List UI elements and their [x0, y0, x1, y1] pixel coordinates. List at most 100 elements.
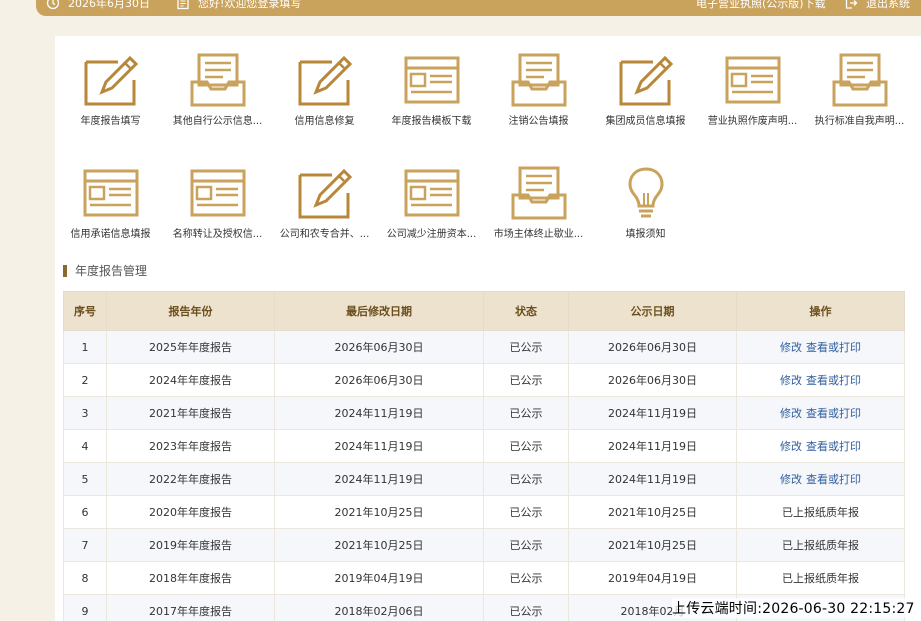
top-bar: 2026年6月30日 您好!欢迎您登录填写 电子营业执照(公示版)下载 退出系统: [36, 0, 921, 16]
function-tile-label: 年度报告填写: [80, 116, 141, 127]
inbox-icon: [485, 165, 592, 221]
edit-link[interactable]: 修改: [780, 407, 802, 420]
date-display: 2026年6月30日: [46, 0, 150, 11]
cell-status: 已公示: [483, 594, 569, 621]
function-tile[interactable]: 公司减少注册资本...: [378, 165, 485, 261]
cell-actions: 已上报纸质年报: [736, 495, 905, 529]
section-header: 年度报告管理: [63, 262, 147, 279]
cell-published: 2021年10月25日: [568, 528, 737, 562]
function-tile[interactable]: 市场主体终止歇业...: [485, 165, 592, 261]
logout-label: 退出系统: [866, 0, 910, 10]
cell-no: 8: [63, 561, 107, 595]
cell-modified: 2024年11月19日: [274, 396, 484, 430]
cell-modified: 2024年11月19日: [274, 462, 484, 496]
table-row: 5 2022年年度报告 2024年11月19日 已公示 2024年11月19日 修改 查看或…: [63, 462, 905, 496]
function-tile-label: 执行标准自我声明...: [814, 116, 905, 127]
col-header-status: 状态: [483, 291, 569, 331]
cell-no: 5: [63, 462, 107, 496]
cell-modified: 2018年02月06日: [274, 594, 484, 621]
cell-status: 已公示: [483, 495, 569, 529]
view-print-link[interactable]: 查看或打印: [806, 440, 861, 453]
annual-report-table: 序号 报告年份 最后修改日期 状态 公示日期 操作 1 2025年年度报告 2026…: [63, 291, 905, 621]
welcome-message: 您好!欢迎您登录填写: [176, 0, 301, 11]
cell-status: 已公示: [483, 429, 569, 463]
function-tile-label: 填报须知: [625, 229, 666, 240]
license-download-link[interactable]: 电子营业执照(公示版)下载: [696, 0, 826, 11]
function-tile[interactable]: 年度报告填写: [57, 52, 164, 148]
cell-modified: 2026年06月30日: [274, 363, 484, 397]
function-tile[interactable]: 执行标准自我声明...: [806, 52, 913, 148]
pencil-icon: [271, 52, 378, 108]
main-panel: 年度报告填写 其他自行公示信息... 信用信息修复 年度报告模板下载 注销公告填报 集团成…: [55, 36, 921, 621]
pencil-icon: [592, 52, 699, 108]
form-icon: [164, 165, 271, 221]
view-print-link[interactable]: 查看或打印: [806, 341, 861, 354]
function-tile[interactable]: 公司和农专合并、...: [271, 165, 378, 261]
cell-actions: 已上报纸质年报: [736, 561, 905, 595]
cell-status: 已公示: [483, 528, 569, 562]
function-tile[interactable]: 信用信息修复: [271, 52, 378, 148]
function-tile-label: 集团成员信息填报: [605, 116, 686, 127]
cell-modified: 2019年04月19日: [274, 561, 484, 595]
cell-actions: 修改 查看或打印: [736, 330, 905, 364]
cell-no: 9: [63, 594, 107, 621]
function-tile[interactable]: 注销公告填报: [485, 52, 592, 148]
cell-published: 2024年11月19日: [568, 462, 737, 496]
section-marker: [63, 264, 67, 277]
inbox-icon: [164, 52, 271, 108]
cell-actions: 修改 查看或打印: [736, 462, 905, 496]
table-row: 1 2025年年度报告 2026年06月30日 已公示 2026年06月30日 修改 查看或…: [63, 330, 905, 364]
edit-link[interactable]: 修改: [780, 341, 802, 354]
function-tile[interactable]: 信用承诺信息填报: [57, 165, 164, 261]
function-tile-label: 信用承诺信息填报: [70, 229, 151, 240]
col-header-no: 序号: [63, 291, 107, 331]
cell-actions: 修改 查看或打印: [736, 363, 905, 397]
edit-link[interactable]: 修改: [780, 473, 802, 486]
cell-no: 3: [63, 396, 107, 430]
view-print-link[interactable]: 查看或打印: [806, 374, 861, 387]
cell-year: 2018年年度报告: [106, 561, 275, 595]
function-tile-label: 其他自行公示信息...: [172, 116, 263, 127]
inbox-icon: [806, 52, 913, 108]
table-header-row: 序号 报告年份 最后修改日期 状态 公示日期 操作: [63, 291, 905, 331]
view-print-link[interactable]: 查看或打印: [806, 473, 861, 486]
view-print-link[interactable]: 查看或打印: [806, 407, 861, 420]
paper-report-note: 已上报纸质年报: [782, 506, 859, 519]
date-text: 2026年6月30日: [68, 0, 150, 10]
cell-status: 已公示: [483, 561, 569, 595]
logout-button[interactable]: 退出系统: [844, 0, 910, 11]
cell-status: 已公示: [483, 396, 569, 430]
cell-published: 2021年10月25日: [568, 495, 737, 529]
edit-link[interactable]: 修改: [780, 440, 802, 453]
function-tile[interactable]: 其他自行公示信息...: [164, 52, 271, 148]
cell-year: 2019年年度报告: [106, 528, 275, 562]
bulb-icon: [592, 165, 699, 221]
function-tile[interactable]: 营业执照作废声明...: [699, 52, 806, 148]
function-tile-label: 注销公告填报: [508, 116, 569, 127]
cell-no: 7: [63, 528, 107, 562]
function-tile[interactable]: 填报须知: [592, 165, 699, 261]
table-row: 7 2019年年度报告 2021年10月25日 已公示 2021年10月25日 已上报纸质…: [63, 528, 905, 562]
cell-published: 2024年11月19日: [568, 396, 737, 430]
cell-year: 2022年年度报告: [106, 462, 275, 496]
function-tile[interactable]: 集团成员信息填报: [592, 52, 699, 148]
form-icon: [699, 52, 806, 108]
function-tile-label: 公司减少注册资本...: [386, 229, 477, 240]
cell-year: 2020年年度报告: [106, 495, 275, 529]
cell-status: 已公示: [483, 462, 569, 496]
cell-published: 2024年11月19日: [568, 429, 737, 463]
cell-actions: 已上报纸质年报: [736, 528, 905, 562]
table-row: 3 2021年年度报告 2024年11月19日 已公示 2024年11月19日 修改 查看或…: [63, 396, 905, 430]
function-tile-label: 市场主体终止歇业...: [493, 229, 584, 240]
function-tile[interactable]: 年度报告模板下载: [378, 52, 485, 148]
cell-year: 2024年年度报告: [106, 363, 275, 397]
cell-no: 4: [63, 429, 107, 463]
welcome-text: 您好!欢迎您登录填写: [198, 0, 302, 10]
table-row: 2 2024年年度报告 2026年06月30日 已公示 2026年06月30日 修改 查看或…: [63, 363, 905, 397]
form-icon: [57, 165, 164, 221]
cell-actions: 修改 查看或打印: [736, 429, 905, 463]
cell-no: 6: [63, 495, 107, 529]
function-tile[interactable]: 名称转让及授权信...: [164, 165, 271, 261]
edit-link[interactable]: 修改: [780, 374, 802, 387]
cell-year: 2021年年度报告: [106, 396, 275, 430]
